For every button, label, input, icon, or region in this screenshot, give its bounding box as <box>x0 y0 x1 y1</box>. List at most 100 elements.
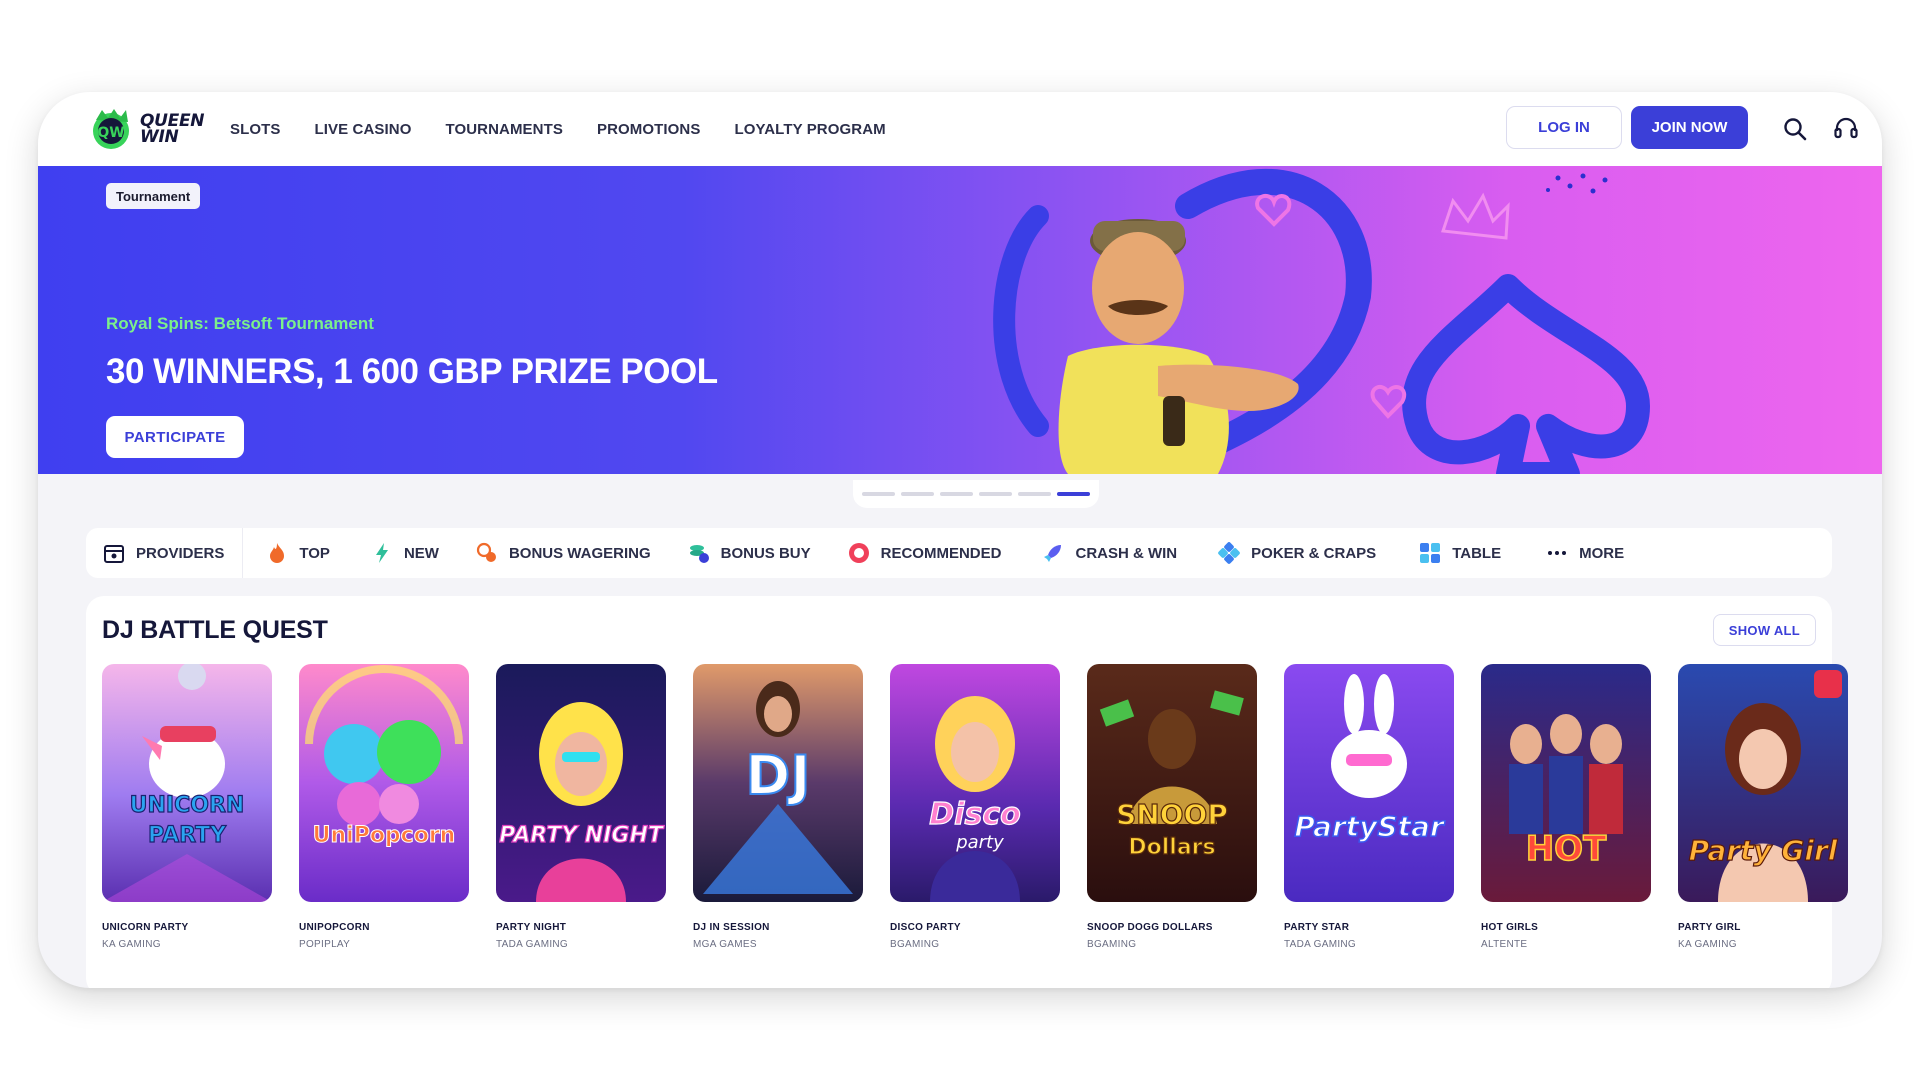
brand-name: QUEEN WIN <box>140 113 205 146</box>
svg-text:Party Girl: Party Girl <box>1689 834 1838 867</box>
category-crash-and-win[interactable]: CRASH & WIN <box>1041 528 1177 578</box>
svg-text:PartyStar: PartyStar <box>1294 810 1446 843</box>
game-thumbnail[interactable]: Disco party <box>890 664 1060 902</box>
unipopcorn-art: UniPopcorn <box>299 664 469 902</box>
disco-party-art: Disco party <box>890 664 1060 902</box>
game-thumbnail[interactable]: PARTY NIGHT <box>496 664 666 902</box>
section-title: DJ BATTLE QUEST <box>102 616 328 644</box>
game-card[interactable]: PARTY NIGHT PARTY NIGHT TADA GAMING <box>496 664 666 950</box>
site-header: QW QUEEN WIN SLOTS LIVE CASINO TOURNAMEN… <box>38 92 1882 166</box>
poker-icon <box>1218 542 1240 564</box>
category-providers[interactable]: PROVIDERS <box>86 528 244 578</box>
category-label: PROVIDERS <box>136 544 225 562</box>
carousel-dot[interactable] <box>862 492 895 496</box>
brand-logo[interactable]: QW QUEEN WIN <box>88 106 205 152</box>
category-bonus-wagering[interactable]: BONUS WAGERING <box>475 528 651 578</box>
carousel-dot[interactable] <box>940 492 973 496</box>
svg-text:DJ: DJ <box>746 744 811 807</box>
carousel-dot[interactable] <box>901 492 934 496</box>
category-more[interactable]: MORE <box>1545 528 1624 578</box>
party-night-art: PARTY NIGHT <box>496 664 666 902</box>
party-girl-art: Party Girl <box>1678 664 1848 902</box>
carousel-dot[interactable] <box>979 492 1012 496</box>
game-card[interactable]: UNICORN PARTY UNICORN PARTY KA GAMING <box>102 664 272 950</box>
category-label: NEW <box>403 544 439 562</box>
search-icon[interactable] <box>1782 116 1808 142</box>
game-thumbnail[interactable]: DJ <box>693 664 863 902</box>
table-icon <box>1420 543 1441 563</box>
game-thumbnail[interactable]: UNICORN PARTY <box>102 664 272 902</box>
game-card[interactable]: Party Girl PARTY GIRL KA GAMING <box>1678 664 1848 950</box>
more-icon <box>1548 551 1567 555</box>
game-name: DISCO PARTY <box>890 922 961 933</box>
category-bonus-buy[interactable]: BONUS BUY <box>687 528 811 578</box>
game-provider: BGAMING <box>1087 939 1137 950</box>
game-provider: KA GAMING <box>1678 939 1737 950</box>
game-provider: MGA GAMES <box>693 939 757 950</box>
nav-promotions[interactable]: PROMOTIONS <box>597 121 701 138</box>
game-name: UNICORN PARTY <box>102 922 189 933</box>
providers-icon <box>104 545 124 563</box>
hero-title: 30 WINNERS, 1 600 GBP PRIZE POOL <box>106 352 718 391</box>
rocket-icon <box>1044 545 1062 562</box>
game-card[interactable]: PartyStar PARTY STAR TADA GAMING <box>1284 664 1454 950</box>
login-button[interactable]: LOG IN <box>1506 106 1622 149</box>
game-provider: BGAMING <box>890 939 940 950</box>
svg-text:PARTY NIGHT: PARTY NIGHT <box>499 823 665 848</box>
game-card[interactable]: UniPopcorn UNIPOPCORN POPIPLAY <box>299 664 469 950</box>
game-provider: POPIPLAY <box>299 939 351 950</box>
games-section: DJ BATTLE QUEST SHOW ALL UNICORN PARTY U… <box>86 596 1848 988</box>
category-bar: PROVIDERS TOP NEW BONUS WAGERING BONUS B… <box>86 528 1832 578</box>
game-thumbnail[interactable]: SNOOP Dollars <box>1087 664 1257 902</box>
game-thumbnail[interactable]: Party Girl <box>1678 664 1848 902</box>
snoop-dogg-dollars-art: SNOOP Dollars <box>1087 664 1257 902</box>
coins-icon <box>689 545 709 563</box>
fire-icon <box>270 543 285 563</box>
category-new[interactable]: NEW <box>370 528 439 578</box>
game-card[interactable]: Disco party DISCO PARTY BGAMING <box>890 664 1060 950</box>
queenwin-logo-icon: QW <box>93 109 129 149</box>
game-card[interactable]: DJ DJ IN SESSION MGA GAMES <box>693 664 863 950</box>
category-label: CRASH & WIN <box>1075 544 1178 562</box>
show-all-button[interactable]: SHOW ALL <box>1712 614 1816 646</box>
category-top[interactable]: TOP <box>265 528 330 578</box>
game-name: UNIPOPCORN <box>299 922 370 933</box>
game-name: HOT GIRLS <box>1481 922 1539 933</box>
svg-text:SNOOP: SNOOP <box>1116 798 1228 831</box>
game-thumbnail[interactable]: HOT <box>1481 664 1651 902</box>
game-card[interactable]: HOT HOT GIRLS ALTENTE <box>1481 664 1651 950</box>
game-name: DJ IN SESSION <box>693 922 770 933</box>
svg-text:HOT: HOT <box>1526 829 1607 869</box>
game-thumbnail[interactable]: UniPopcorn <box>299 664 469 902</box>
svg-text:party: party <box>955 832 1004 853</box>
hero-banner: Tournament Royal Spins: Betsoft Tourname… <box>38 166 1882 474</box>
carousel-dot-active[interactable] <box>1057 492 1090 496</box>
svg-text:QW: QW <box>97 125 124 141</box>
game-card[interactable]: SNOOP Dollars SNOOP DOGG DOLLARS BGAMING <box>1087 664 1257 950</box>
nav-slots[interactable]: SLOTS <box>230 121 281 138</box>
join-now-button[interactable]: JOIN NOW <box>1631 106 1748 149</box>
dj-in-session-art: DJ <box>693 664 863 902</box>
carousel-dot[interactable] <box>1018 492 1051 496</box>
nav-loyalty-program[interactable]: LOYALTY PROGRAM <box>734 121 885 138</box>
lightning-icon <box>375 543 388 563</box>
game-provider: ALTENTE <box>1481 939 1528 950</box>
category-label: MORE <box>1579 544 1625 562</box>
participate-button[interactable]: PARTICIPATE <box>106 416 244 458</box>
category-label: TABLE <box>1452 544 1502 562</box>
category-label: POKER & CRAPS <box>1251 544 1377 562</box>
nav-live-casino[interactable]: LIVE CASINO <box>315 121 412 138</box>
carousel-indicators <box>853 480 1099 508</box>
recommended-icon <box>848 543 869 563</box>
svg-text:Dollars: Dollars <box>1128 835 1215 860</box>
category-label: BONUS BUY <box>720 544 811 562</box>
support-headset-icon[interactable] <box>1833 116 1859 142</box>
nav-tournaments[interactable]: TOURNAMENTS <box>445 121 563 138</box>
bonus-wagering-icon <box>476 542 496 562</box>
category-recommended[interactable]: RECOMMENDED <box>847 528 1001 578</box>
game-thumbnail[interactable]: PartyStar <box>1284 664 1454 902</box>
hero-character <box>1058 219 1299 474</box>
category-table[interactable]: TABLE <box>1418 528 1501 578</box>
category-poker-and-craps[interactable]: POKER & CRAPS <box>1217 528 1376 578</box>
game-name: PARTY STAR <box>1284 922 1350 933</box>
